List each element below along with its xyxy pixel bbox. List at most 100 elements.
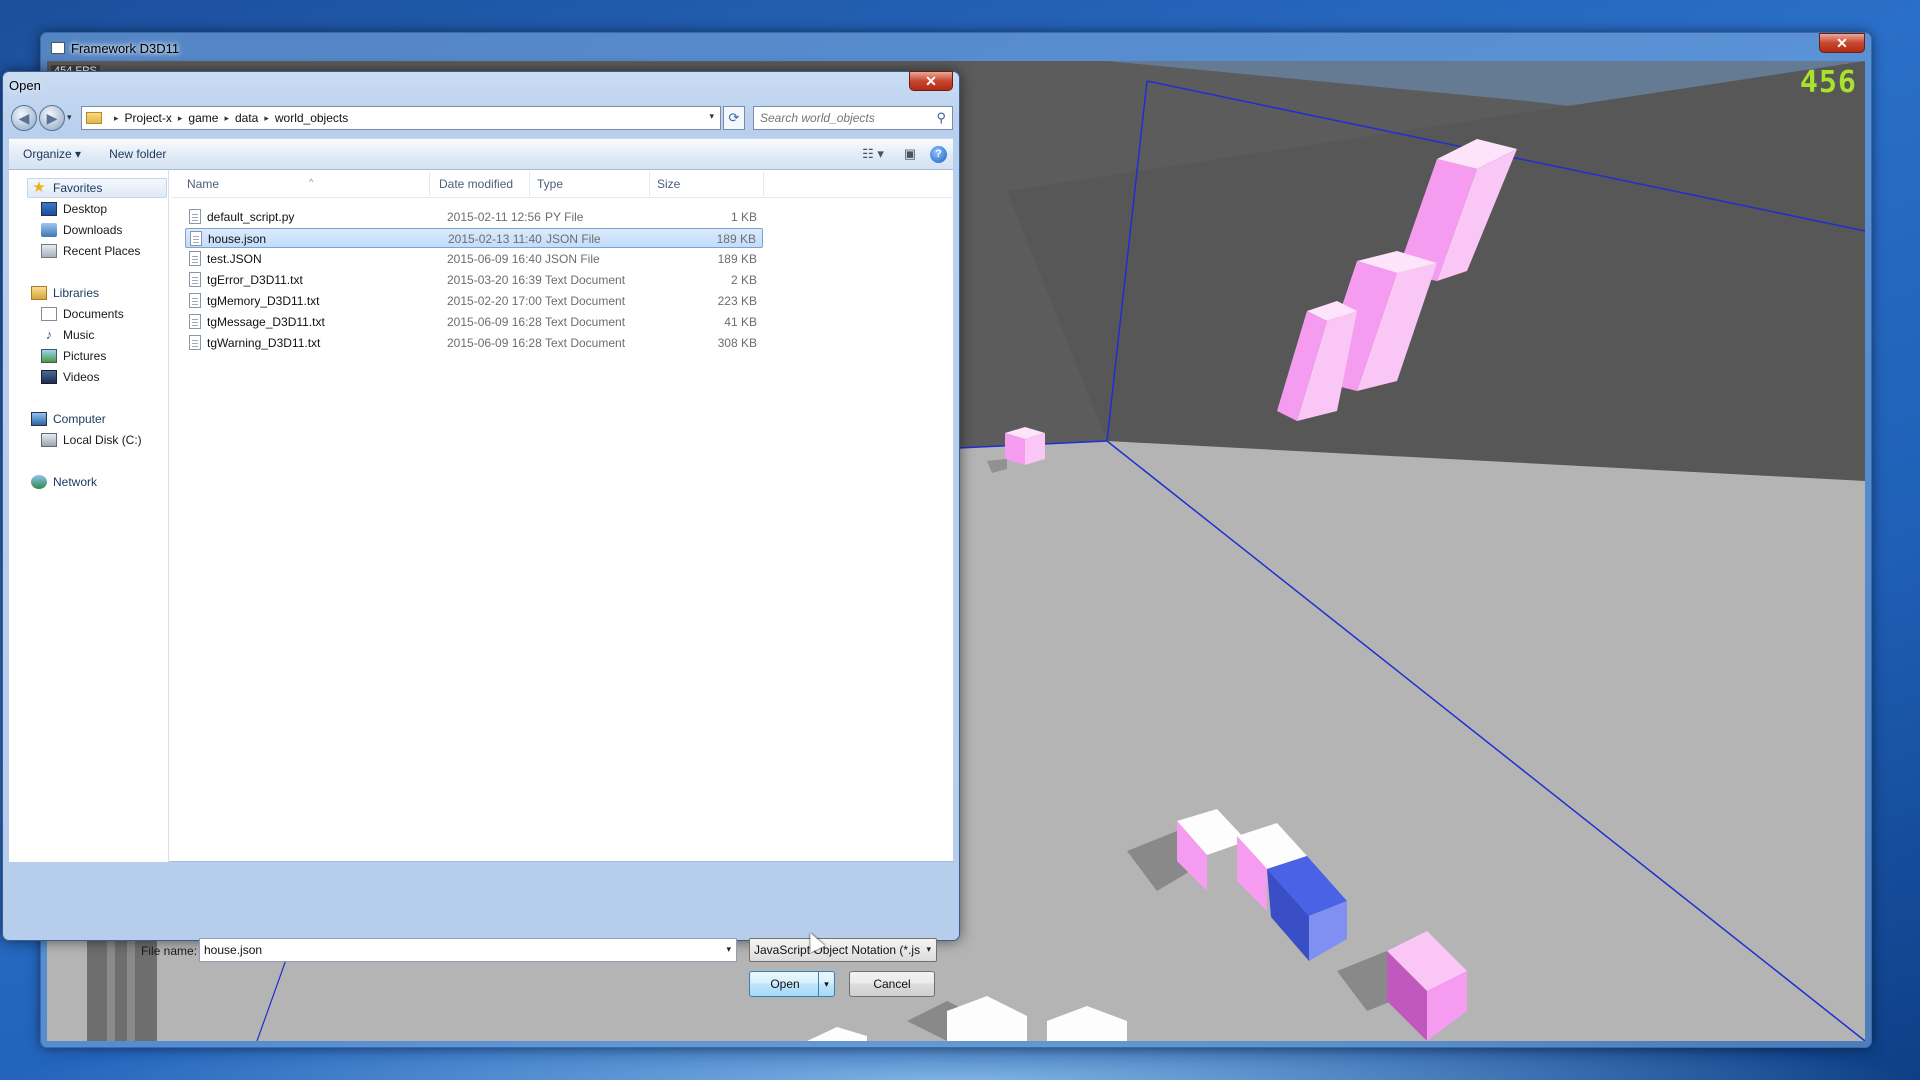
file-size: 2 KB	[730, 273, 757, 287]
file-row-selected[interactable]: house.json 2015-02-13 11:40 JSON File 18…	[185, 228, 763, 248]
framework-close-button[interactable]: ✕	[1819, 33, 1865, 53]
file-name: tgError_D3D11.txt	[207, 273, 303, 287]
column-divider[interactable]	[649, 172, 650, 196]
file-icon	[189, 335, 201, 350]
chevron-down-icon[interactable]: ▾	[926, 944, 931, 955]
file-type-select[interactable]: JavaScript Object Notation (*.js ▾	[749, 938, 937, 962]
nav-label: Favorites	[53, 181, 103, 195]
change-view-icon[interactable]: ☷ ▾	[856, 144, 890, 164]
address-dropdown-icon[interactable]: ▾	[709, 111, 714, 122]
file-row[interactable]: default_script.py 2015-02-11 12:56 PY Fi…	[185, 207, 763, 227]
framework-title-text: Framework D3D11	[71, 40, 180, 56]
file-type: Text Document	[545, 273, 626, 287]
navigation-pane[interactable]: ★ Favorites Desktop Downloads Recent Pla…	[9, 170, 169, 862]
file-type: PY File	[545, 210, 584, 224]
dialog-body: ★ Favorites Desktop Downloads Recent Pla…	[9, 170, 953, 862]
organize-button[interactable]: Organize ▾	[9, 147, 95, 161]
file-list[interactable]: ^ Name Date modified Type Size default_s…	[171, 170, 953, 862]
nav-music[interactable]: ♪ Music	[41, 328, 95, 343]
file-icon	[189, 251, 201, 266]
nav-favorites[interactable]: ★ Favorites	[31, 179, 103, 196]
file-size: 189 KB	[716, 232, 756, 246]
file-icon	[189, 272, 201, 287]
file-name-label: File name:	[141, 944, 198, 958]
column-date-modified[interactable]: Date modified	[439, 177, 513, 191]
file-type: Text Document	[545, 315, 626, 329]
nav-recent-places[interactable]: Recent Places	[41, 244, 140, 258]
star-icon: ★	[32, 179, 46, 196]
file-name: tgWarning_D3D11.txt	[207, 336, 321, 350]
dialog-title: Open	[9, 78, 41, 93]
open-button[interactable]: Open ▾	[749, 971, 835, 997]
search-icon[interactable]: ⚲	[936, 110, 946, 126]
file-row[interactable]: tgError_D3D11.txt 2015-03-20 16:39 Text …	[185, 270, 763, 290]
chevron-right-icon[interactable]: ▸	[264, 113, 269, 124]
command-bar: Organize ▾ New folder ☷ ▾ ▣ ?	[9, 138, 953, 170]
documents-icon	[41, 307, 57, 321]
chevron-right-icon[interactable]: ▸	[114, 113, 119, 124]
column-divider[interactable]	[429, 172, 430, 196]
forward-button[interactable]: ▶	[39, 105, 65, 131]
file-row[interactable]: tgMemory_D3D11.txt 2015-02-20 17:00 Text…	[185, 291, 763, 311]
breadcrumb-project-x[interactable]: Project-x	[125, 111, 172, 125]
chevron-right-icon[interactable]: ▸	[178, 113, 183, 124]
breadcrumb-data[interactable]: data	[235, 111, 258, 125]
nav-libraries[interactable]: Libraries	[31, 286, 99, 300]
help-icon[interactable]: ?	[930, 145, 947, 163]
libraries-icon	[31, 286, 47, 300]
nav-local-disk[interactable]: Local Disk (C:)	[41, 433, 142, 447]
file-name-combobox[interactable]: ▾	[199, 938, 737, 962]
nav-label: Music	[63, 328, 95, 342]
file-icon	[189, 209, 201, 224]
column-name[interactable]: Name	[187, 177, 219, 191]
nav-documents[interactable]: Documents	[41, 307, 124, 321]
file-type: JSON File	[545, 252, 600, 266]
file-date: 2015-03-20 16:39	[447, 273, 542, 287]
nav-pictures[interactable]: Pictures	[41, 349, 106, 363]
file-date: 2015-06-09 16:28	[447, 315, 542, 329]
search-box[interactable]: ⚲	[753, 106, 953, 130]
file-row[interactable]: test.JSON 2015-06-09 16:40 JSON File 189…	[185, 249, 763, 269]
file-date: 2015-06-09 16:28	[447, 336, 542, 350]
file-row[interactable]: tgWarning_D3D11.txt 2015-06-09 16:28 Tex…	[185, 333, 763, 353]
downloads-icon	[41, 223, 57, 237]
column-divider[interactable]	[763, 172, 764, 196]
dialog-close-button[interactable]: ✕	[909, 71, 953, 91]
column-type[interactable]: Type	[537, 177, 563, 191]
videos-icon	[41, 370, 57, 384]
recent-locations-dropdown[interactable]: ▾	[67, 112, 72, 123]
chevron-right-icon[interactable]: ▸	[224, 113, 229, 124]
file-size: 1 KB	[730, 210, 757, 224]
file-row[interactable]: tgMessage_D3D11.txt 2015-06-09 16:28 Tex…	[185, 312, 763, 332]
column-divider[interactable]	[529, 172, 530, 196]
nav-network[interactable]: Network	[31, 475, 97, 489]
column-size[interactable]: Size	[657, 177, 680, 191]
folder-icon	[86, 112, 102, 124]
file-icon	[190, 231, 202, 246]
view-controls: ☷ ▾ ▣ ?	[856, 144, 947, 164]
score-counter: 456	[1799, 65, 1857, 100]
breadcrumb-world-objects[interactable]: world_objects	[275, 111, 348, 125]
file-icon	[189, 293, 201, 308]
nav-desktop[interactable]: Desktop	[41, 202, 107, 216]
new-folder-button[interactable]: New folder	[95, 147, 180, 161]
file-icon	[189, 314, 201, 329]
refresh-button[interactable]: ⟳	[723, 106, 745, 130]
file-size: 308 KB	[717, 336, 757, 350]
file-name-input[interactable]	[200, 939, 700, 961]
recent-places-icon	[41, 244, 57, 258]
preview-pane-icon[interactable]: ▣	[900, 144, 920, 164]
file-type: JSON File	[546, 232, 601, 246]
back-button[interactable]: ◀	[11, 105, 37, 131]
nav-videos[interactable]: Videos	[41, 370, 99, 384]
breadcrumb-game[interactable]: game	[188, 111, 218, 125]
nav-downloads[interactable]: Downloads	[41, 223, 122, 237]
file-name: tgMemory_D3D11.txt	[207, 294, 320, 308]
cancel-button[interactable]: Cancel	[849, 971, 935, 997]
search-input[interactable]	[754, 107, 924, 129]
nav-computer[interactable]: Computer	[31, 412, 106, 426]
sort-ascending-icon: ^	[309, 177, 314, 187]
open-split-dropdown[interactable]: ▾	[818, 972, 834, 996]
address-bar[interactable]: ▸ Project-x ▸ game ▸ data ▸ world_object…	[81, 106, 721, 130]
chevron-down-icon[interactable]: ▾	[726, 944, 731, 955]
